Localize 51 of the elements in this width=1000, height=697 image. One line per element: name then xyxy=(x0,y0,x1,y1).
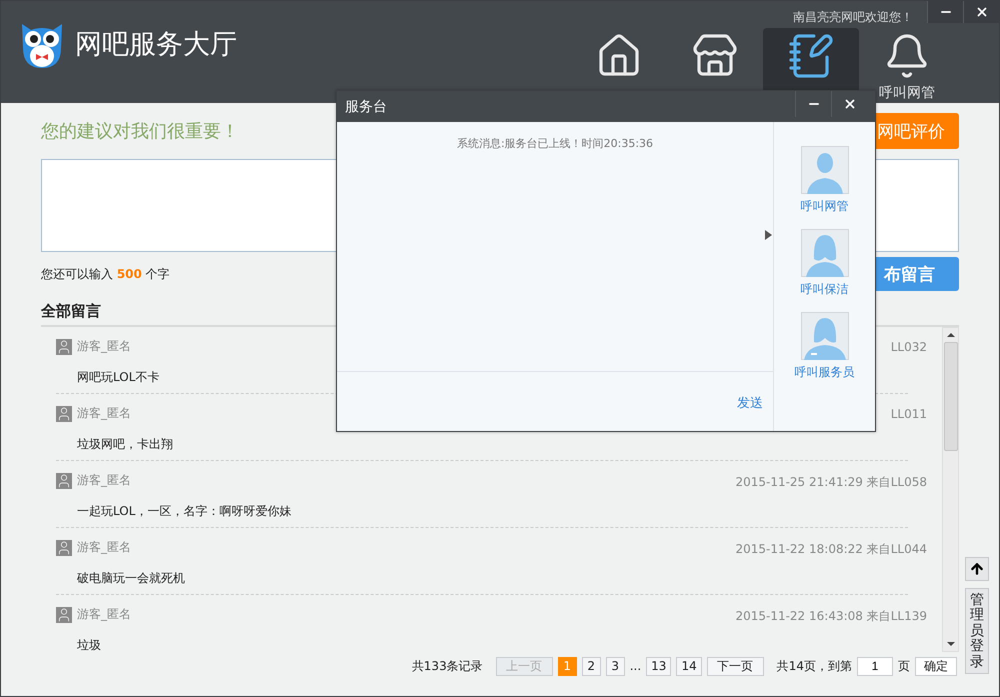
app-title: 网吧服务大厅 xyxy=(75,28,237,62)
char-counter: 您还可以输入 500 个字 xyxy=(41,266,170,282)
author-name: 游客_匿名 xyxy=(77,338,131,355)
page-button[interactable]: 2 xyxy=(582,656,601,676)
message-meta: 2015-11-22 18:08:22 来自LL044 xyxy=(735,541,927,558)
page-button[interactable]: 13 xyxy=(646,656,672,676)
page-button[interactable]: 3 xyxy=(606,656,625,676)
author-name: 游客_匿名 xyxy=(77,539,131,556)
back-to-top-button[interactable] xyxy=(965,557,989,581)
page-total: 共14页，到第 xyxy=(776,658,852,674)
message-meta: 2015-11-25 21:41:29 来自LL058 xyxy=(735,474,927,491)
message-meta: 2015-11-22 16:43:08 来自LL139 xyxy=(735,608,927,625)
page-ellipsis: ... xyxy=(630,659,642,673)
page-input[interactable]: 1 xyxy=(857,656,893,676)
scroll-up-icon[interactable] xyxy=(946,333,954,337)
scrollbar[interactable] xyxy=(942,327,959,652)
close-icon xyxy=(842,97,856,111)
admin-login-button[interactable]: 管理员登录 xyxy=(965,588,989,674)
feedback-heading: 您的建议对我们很重要！ xyxy=(41,120,239,143)
author-name: 游客_匿名 xyxy=(77,472,131,489)
page-unit: 页 xyxy=(898,658,910,674)
nav-tab[interactable]: 呼叫网管 xyxy=(859,28,955,103)
welcome-text: 南昌亮亮网吧欢迎您！ xyxy=(793,9,913,26)
author-name: 游客_匿名 xyxy=(77,405,131,422)
send-link[interactable]: 发送 xyxy=(737,394,763,412)
confirm-button[interactable]: 确定 xyxy=(915,656,957,676)
call-link[interactable]: 呼叫服务员 xyxy=(794,364,854,381)
notepad-pen-icon xyxy=(787,32,835,80)
user-icon xyxy=(56,406,72,422)
message-text: 破电脑玩一会就死机 xyxy=(77,570,185,587)
user-icon xyxy=(56,472,72,488)
scroll-down-icon[interactable] xyxy=(946,642,954,646)
close-icon xyxy=(974,5,988,19)
expand-arrow-icon[interactable] xyxy=(765,230,772,240)
record-count: 共133条记录 xyxy=(412,658,483,674)
message-text: 垃圾网吧，卡出翔 xyxy=(77,436,173,453)
message-text: 一起玩LOL，一区，名字：啊呀呀爱你妹 xyxy=(77,503,292,520)
page-button[interactable]: 14 xyxy=(676,656,702,676)
dialog-title: 服务台 xyxy=(345,98,387,116)
message-meta: LL032 xyxy=(890,340,927,354)
call-link[interactable]: 呼叫网管 xyxy=(800,198,848,215)
message-meta: LL011 xyxy=(890,407,927,421)
user-icon xyxy=(56,338,72,354)
next-page-button[interactable]: 下一页 xyxy=(706,656,764,676)
user-icon xyxy=(56,540,72,556)
system-message: 系统消息:服务台已上线！时间20:35:36 xyxy=(456,137,654,150)
message-text: 网吧玩LOL不卡 xyxy=(77,369,160,386)
author-name: 游客_匿名 xyxy=(77,606,131,623)
user-icon xyxy=(56,606,72,622)
message-text: 垃圾 xyxy=(77,637,101,652)
minimize-button[interactable] xyxy=(927,1,963,23)
